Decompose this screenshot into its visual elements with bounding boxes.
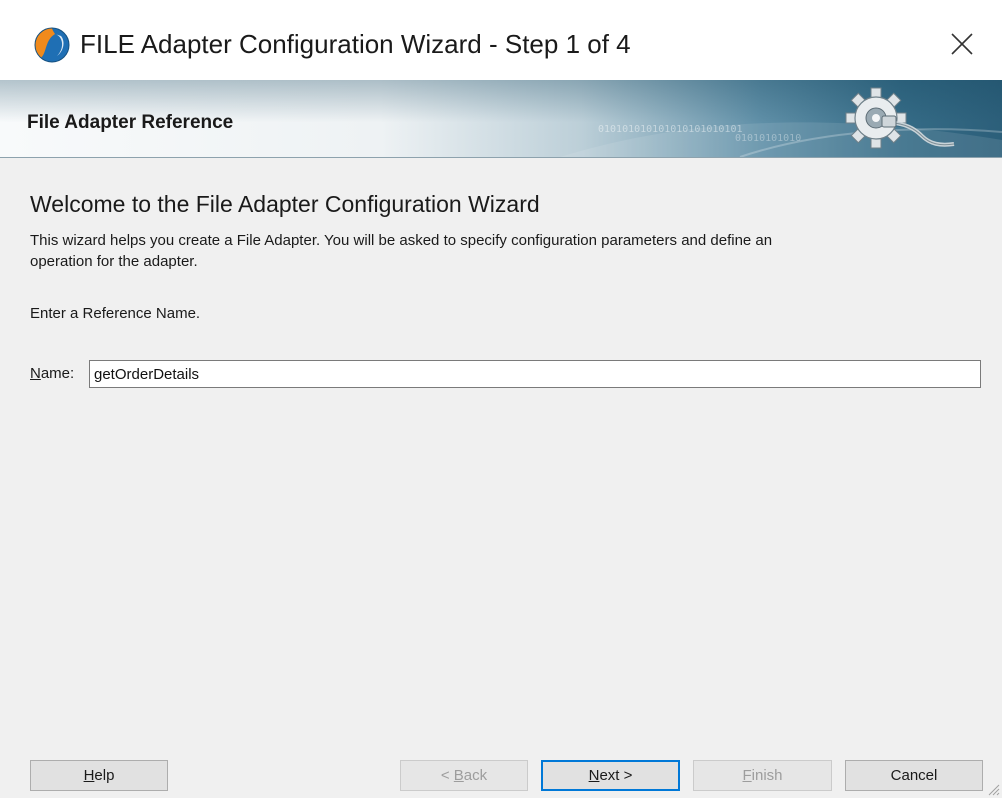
wizard-header-band: File Adapter Reference 01010101010101010…: [0, 80, 1002, 158]
resize-grip-icon[interactable]: [984, 780, 1000, 796]
welcome-heading: Welcome to the File Adapter Configuratio…: [30, 191, 540, 217]
back-button[interactable]: < Back: [400, 760, 528, 791]
reference-name-prompt: Enter a Reference Name.: [30, 305, 201, 322]
page-title: File Adapter Reference: [27, 112, 234, 133]
description-line: operation for the adapter.: [30, 253, 198, 270]
binary-pattern-decoration: 010101010101010101010101: [598, 124, 743, 135]
help-button[interactable]: Help: [30, 760, 168, 791]
cancel-button[interactable]: Cancel: [845, 760, 983, 791]
next-button[interactable]: Next >: [541, 760, 680, 791]
description-line: This wizard helps you create a File Adap…: [30, 232, 773, 249]
gear-plug-icon: [845, 87, 955, 149]
app-logo-icon: [34, 27, 70, 63]
window-title: FILE Adapter Configuration Wizard - Step…: [80, 29, 631, 59]
wizard-description: This wizard helps you create a File Adap…: [30, 230, 772, 272]
finish-button[interactable]: Finish: [693, 760, 832, 791]
close-icon[interactable]: [946, 28, 978, 60]
name-label: Name:: [30, 365, 75, 382]
binary-pattern-decoration-2: 01010101010: [735, 133, 802, 144]
name-input[interactable]: [89, 360, 981, 388]
title-bar: FILE Adapter Configuration Wizard - Step…: [0, 0, 1002, 80]
